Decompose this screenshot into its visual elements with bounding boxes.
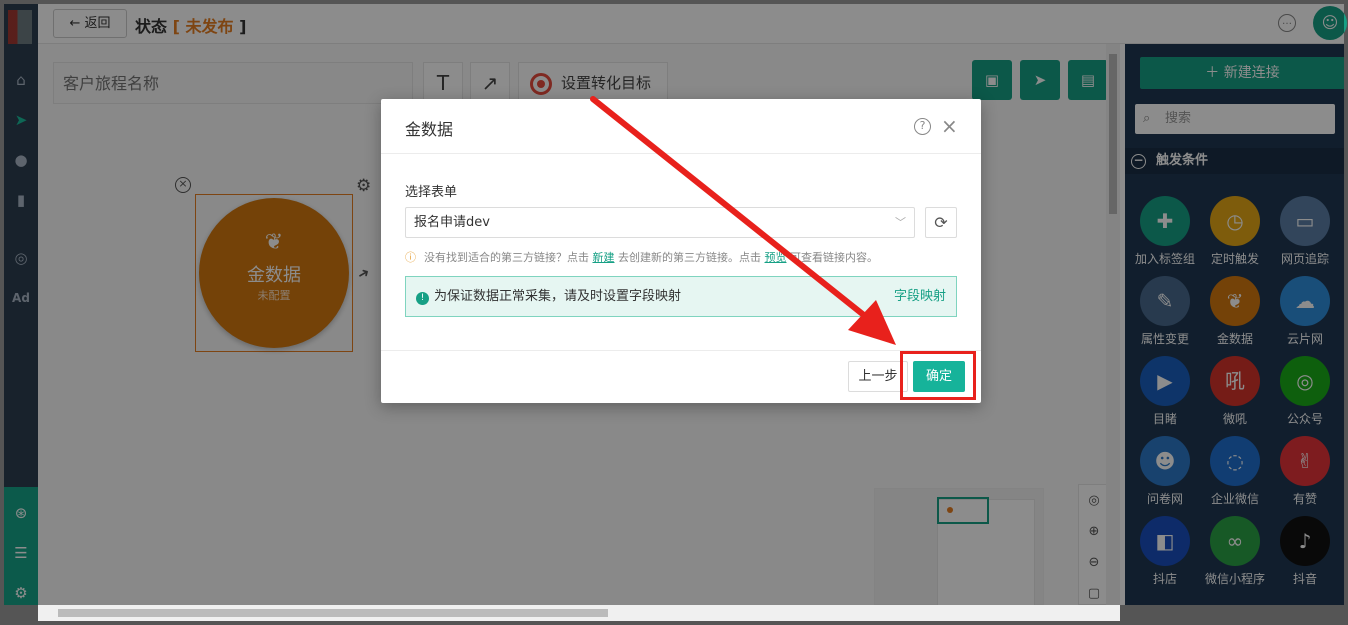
chevron-down-icon: ﹀ bbox=[895, 216, 906, 229]
tip-part-c: 点击 bbox=[739, 251, 761, 264]
tip-part-d: 可查看链接内容。 bbox=[790, 251, 878, 264]
dialog-title: 金数据 bbox=[381, 99, 981, 154]
field-mapping-notice: ! 为保证数据正常采集，请及时设置字段映射 字段映射 bbox=[405, 276, 957, 317]
form-select-value: 报名申请dev bbox=[414, 215, 490, 230]
horizontal-scrollbar[interactable] bbox=[38, 605, 1120, 621]
horizontal-scroll-thumb[interactable] bbox=[58, 609, 608, 617]
select-form-label: 选择表单 bbox=[405, 185, 458, 200]
notice-text: 为保证数据正常采集，请及时设置字段映射 bbox=[434, 289, 682, 304]
jinshuju-dialog: 金数据 ? × 选择表单 报名申请dev ﹀ ⟳ ⓘ 没有找到适合的第三方链接？点… bbox=[381, 99, 981, 403]
close-icon[interactable]: × bbox=[941, 114, 958, 138]
info-icon: ! bbox=[416, 292, 429, 305]
form-select[interactable]: 报名申请dev ﹀ bbox=[405, 207, 915, 238]
dialog-divider bbox=[381, 350, 981, 351]
new-link[interactable]: 新建 bbox=[593, 251, 615, 264]
refresh-button[interactable]: ⟳ bbox=[925, 207, 957, 238]
tip-part-a: 没有找到适合的第三方链接？点击 bbox=[424, 251, 589, 264]
field-mapping-link[interactable]: 字段映射 bbox=[894, 277, 946, 316]
previous-button[interactable]: 上一步 bbox=[848, 361, 908, 392]
tip-text: ⓘ 没有找到适合的第三方链接？点击 新建 去创建新的第三方链接。点击 预览 可查看… bbox=[405, 249, 878, 265]
highlight-box bbox=[900, 351, 976, 400]
tip-part-b: 去创建新的第三方链接。 bbox=[618, 251, 739, 264]
help-icon[interactable]: ? bbox=[914, 118, 931, 135]
warning-icon: ⓘ bbox=[405, 251, 416, 264]
preview-link[interactable]: 预览 bbox=[765, 251, 787, 264]
